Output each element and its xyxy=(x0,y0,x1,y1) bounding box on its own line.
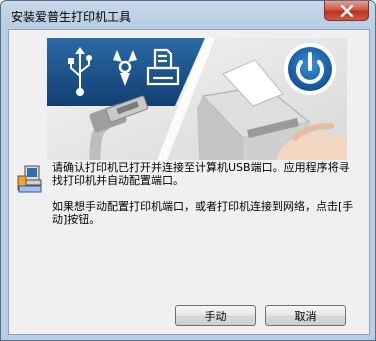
title-bar[interactable]: 安装爱普生打印机工具 xyxy=(1,1,375,29)
setup-dialog: 安装爱普生打印机工具 请确认打印机已打开并连接至计算机USB端口。应用程序将寻找… xyxy=(0,0,376,341)
close-button[interactable] xyxy=(324,1,369,21)
manual-button[interactable]: 手动 xyxy=(175,305,256,326)
button-bar: 手动 取消 xyxy=(9,303,369,334)
instruction-usb: 请确认打印机已打开并连接至计算机USB端口。应用程序将寻找打印机并自动配置端口。 xyxy=(52,161,350,187)
instruction-manual: 如果想手动配置打印机端口，或者打印机连接到网络，点击[手动]按钮。 xyxy=(52,200,354,226)
computer-setup-icon xyxy=(17,164,43,194)
close-icon xyxy=(340,4,353,17)
window-title: 安装爱普生打印机工具 xyxy=(11,10,132,24)
connection-banner xyxy=(47,38,347,160)
power-icon xyxy=(284,43,336,95)
banner-illustration xyxy=(47,38,347,160)
dialog-body: 请确认打印机已打开并连接至计算机USB端口。应用程序将寻找打印机并自动配置端口。… xyxy=(8,29,370,335)
cancel-button[interactable]: 取消 xyxy=(265,305,346,326)
instruction-text: 请确认打印机已打开并连接至计算机USB端口。应用程序将寻找打印机并自动配置端口。… xyxy=(52,161,356,226)
